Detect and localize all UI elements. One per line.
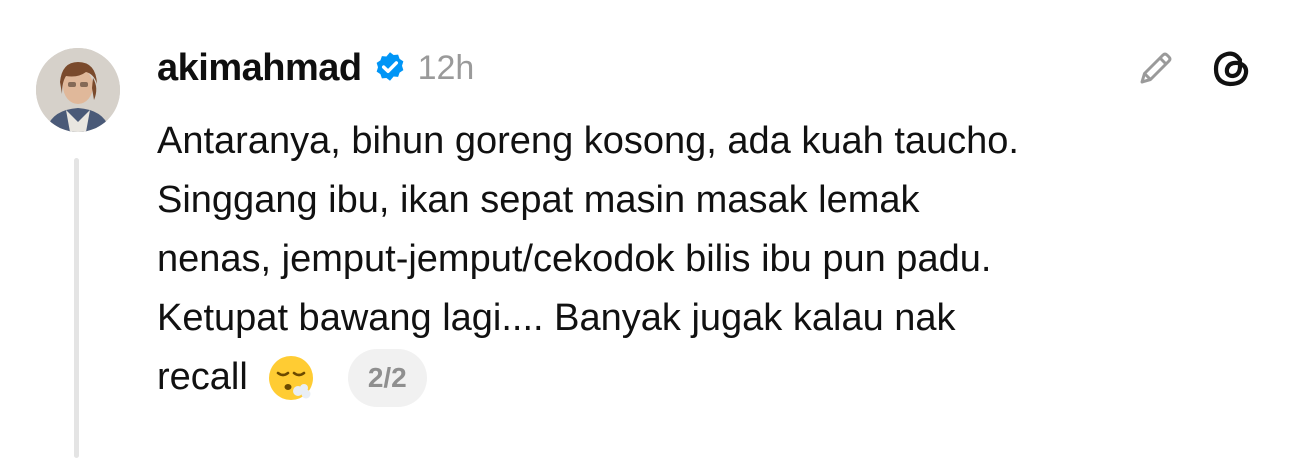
threads-logo-icon[interactable]: [1210, 46, 1254, 90]
pencil-icon[interactable]: [1134, 46, 1178, 90]
page-indicator-badge: 2/2: [347, 348, 427, 407]
verified-badge-icon: [372, 50, 408, 86]
username[interactable]: akimahmad: [157, 47, 362, 90]
post-text-line: Singgang ibu, ikan sepat masin masak lem…: [157, 179, 920, 221]
post-body: Antaranya, bihun goreng kosong, ada kuah…: [157, 112, 1267, 407]
post-actions: [1134, 44, 1254, 92]
post-timestamp: 12h: [417, 48, 475, 87]
face-exhaling-emoji: [266, 353, 316, 403]
avatar[interactable]: [36, 48, 120, 132]
post-text-last-line: recall 2/2: [157, 348, 1267, 407]
post-text-line: Ketupat bawang lagi.... Banyak jugak kal…: [157, 297, 956, 339]
post-text-line: recall: [157, 356, 248, 398]
thread-connector-line: [74, 158, 79, 458]
post-text-line: Antaranya, bihun goreng kosong, ada kuah…: [157, 120, 1019, 162]
post-header: akimahmad 12h: [157, 44, 474, 92]
post-text-line: nenas, jemput-jemput/cekodok bilis ibu p…: [157, 238, 992, 280]
